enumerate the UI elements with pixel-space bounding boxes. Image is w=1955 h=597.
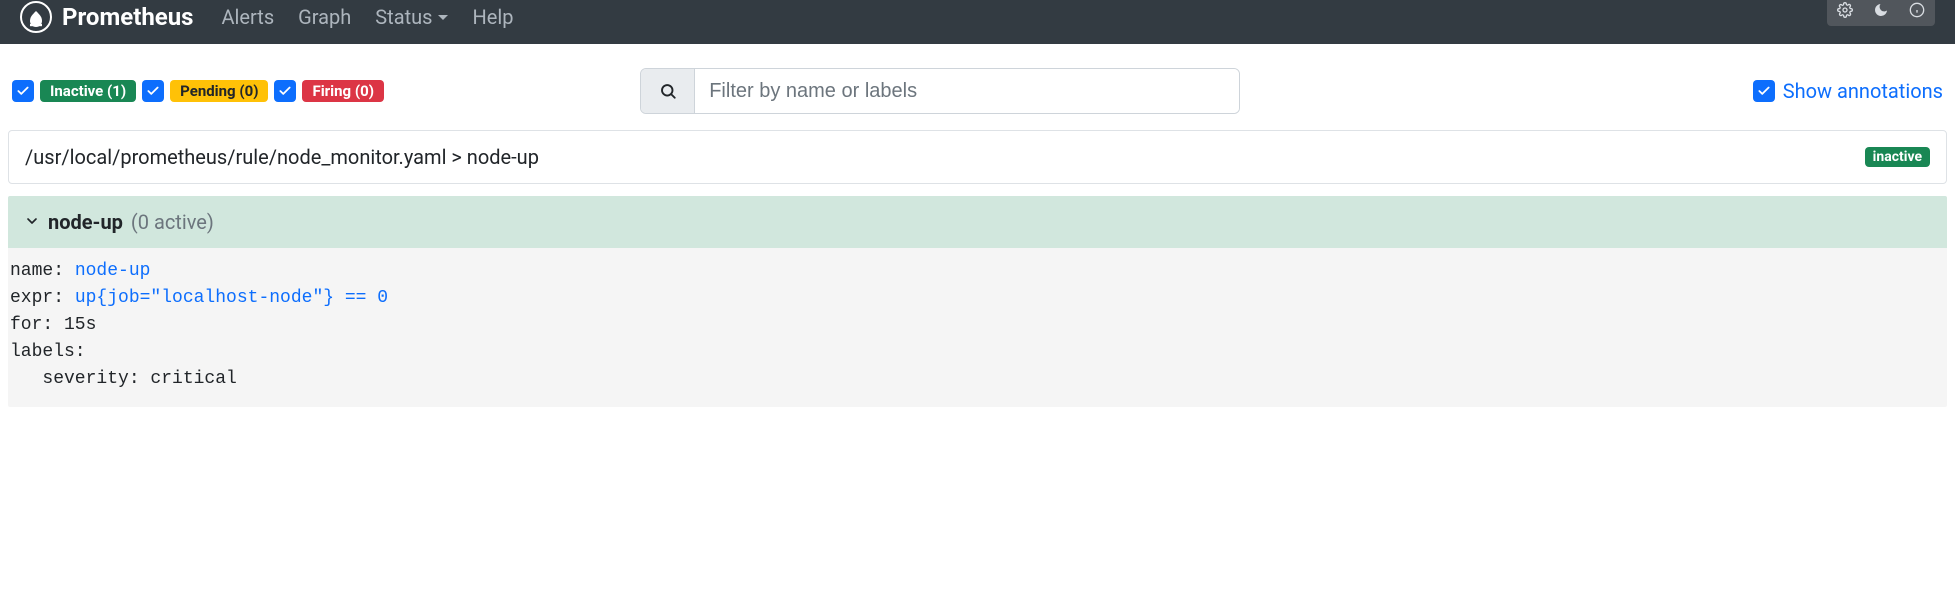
search-box <box>640 68 1240 114</box>
nav-status[interactable]: Status <box>375 5 448 29</box>
nav-graph[interactable]: Graph <box>298 5 351 29</box>
pending-checkbox[interactable] <box>142 80 164 102</box>
gear-icon <box>1837 2 1853 18</box>
inactive-badge: Inactive (1) <box>40 80 136 102</box>
inactive-checkbox[interactable] <box>12 80 34 102</box>
chevron-down-icon <box>24 210 40 234</box>
settings-button[interactable] <box>1827 0 1863 26</box>
search-input[interactable] <box>695 69 1239 113</box>
info-icon <box>1909 2 1925 18</box>
rule-file-status-badge: inactive <box>1865 147 1930 167</box>
search-icon-box <box>641 69 695 113</box>
firing-badge: Firing (0) <box>302 80 384 102</box>
rule-file-path: /usr/local/prometheus/rule/node_monitor.… <box>25 145 539 169</box>
state-filters: Inactive (1) Pending (0) Firing (0) <box>12 80 384 102</box>
nav-help[interactable]: Help <box>472 5 513 29</box>
rule-body: name: node-up expr: up{job="localhost-no… <box>8 248 1947 407</box>
rule-group-name: node-up <box>48 210 123 234</box>
search-icon <box>659 82 677 100</box>
rule-for-line: for: 15s <box>10 315 96 335</box>
rule-labels-line: labels: <box>10 342 86 362</box>
brand-text: Prometheus <box>62 3 194 31</box>
filter-row: Inactive (1) Pending (0) Firing (0) Show… <box>8 52 1947 122</box>
prometheus-logo-icon <box>20 1 52 33</box>
rule-name-value[interactable]: node-up <box>75 261 151 281</box>
rule-group: node-up (0 active) name: node-up expr: u… <box>8 196 1947 407</box>
rule-expr-value[interactable]: up{job="localhost-node"} == 0 <box>75 288 388 308</box>
firing-checkbox[interactable] <box>274 80 296 102</box>
rule-group-header[interactable]: node-up (0 active) <box>8 196 1947 248</box>
rule-expr-key: expr: <box>10 288 75 308</box>
show-annotations-checkbox[interactable] <box>1753 80 1775 102</box>
top-navbar: Prometheus Alerts Graph Status Help <box>0 0 1955 44</box>
rule-severity-line: severity: critical <box>10 369 237 389</box>
show-annotations-toggle[interactable]: Show annotations <box>1753 79 1943 103</box>
rule-name-key: name: <box>10 261 75 281</box>
rule-group-active-count: (0 active) <box>131 210 214 234</box>
theme-toggle-button[interactable] <box>1863 0 1899 26</box>
info-button[interactable] <box>1899 0 1935 26</box>
brand[interactable]: Prometheus <box>20 1 194 33</box>
nav-alerts[interactable]: Alerts <box>222 5 275 29</box>
show-annotations-label: Show annotations <box>1783 79 1943 103</box>
navbar-right-buttons <box>1827 0 1935 26</box>
moon-icon <box>1873 2 1889 18</box>
rule-file-header[interactable]: /usr/local/prometheus/rule/node_monitor.… <box>8 130 1947 184</box>
pending-badge: Pending (0) <box>170 80 268 102</box>
